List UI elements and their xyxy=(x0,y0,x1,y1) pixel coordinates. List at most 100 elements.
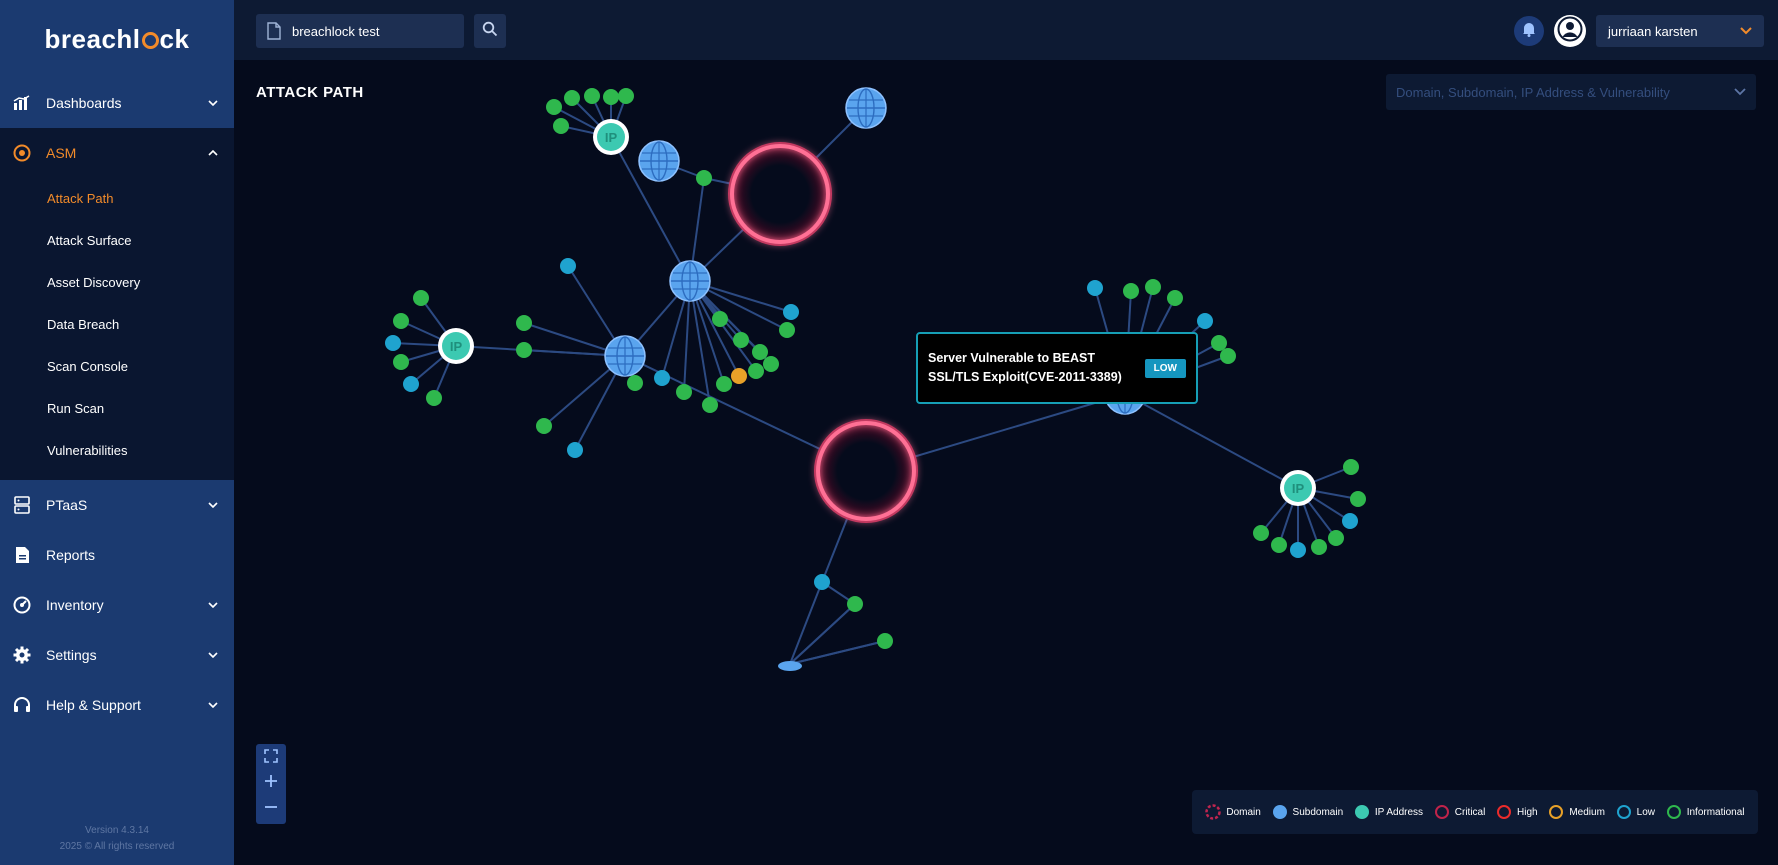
vulnerability-node-informational[interactable] xyxy=(516,315,532,331)
zoom-in-button[interactable] xyxy=(260,773,282,795)
vulnerability-node-informational[interactable] xyxy=(1271,537,1287,553)
sidebar-item-ptaas[interactable]: PTaaS xyxy=(0,480,234,530)
vulnerability-node-low[interactable] xyxy=(560,258,576,274)
legend-item-ring-3[interactable]: Critical xyxy=(1434,804,1485,820)
vulnerability-node-informational[interactable] xyxy=(763,356,779,372)
sidebar-subitem-vulnerabilities[interactable]: Vulnerabilities xyxy=(0,430,234,472)
search-button[interactable] xyxy=(474,14,506,48)
search-input[interactable] xyxy=(292,23,452,39)
sidebar-item-settings[interactable]: Settings xyxy=(0,630,234,680)
vulnerability-node-informational[interactable] xyxy=(1311,539,1327,555)
vulnerability-node-informational[interactable] xyxy=(1343,459,1359,475)
domain-node[interactable] xyxy=(814,419,918,523)
vulnerability-node-low[interactable] xyxy=(385,335,401,351)
vulnerability-node-informational[interactable] xyxy=(1253,525,1269,541)
avatar[interactable] xyxy=(1554,15,1586,47)
sidebar-item-dashboards[interactable]: Dashboards xyxy=(0,78,234,128)
fit-view-button[interactable] xyxy=(260,748,282,770)
sidebar-subitem-attack-path[interactable]: Attack Path xyxy=(0,178,234,220)
ip-address-node[interactable]: IP xyxy=(438,328,474,364)
domain-node[interactable] xyxy=(728,142,832,246)
vulnerability-node-low[interactable] xyxy=(1290,542,1306,558)
vulnerability-node-low[interactable] xyxy=(783,304,799,320)
attack-path-graph[interactable]: IP IP IP xyxy=(234,60,1778,865)
vulnerability-node-informational[interactable] xyxy=(676,384,692,400)
breachlock-logo[interactable]: breachl ck xyxy=(0,0,234,78)
vulnerability-node-informational[interactable] xyxy=(1211,335,1227,351)
legend-item-ring-7[interactable]: Informational xyxy=(1666,804,1745,820)
fullscreen-icon xyxy=(264,749,278,768)
legend-item-subdomain-1[interactable]: Subdomain xyxy=(1272,804,1343,820)
subdomain-node[interactable] xyxy=(604,335,646,377)
sidebar-item-inventory[interactable]: Inventory xyxy=(0,580,234,630)
legend-label: Domain xyxy=(1226,806,1261,818)
legend-item-ring-5[interactable]: Medium xyxy=(1548,804,1605,820)
vulnerability-node-informational[interactable] xyxy=(618,88,634,104)
vulnerability-node-informational[interactable] xyxy=(716,376,732,392)
vulnerability-node-informational[interactable] xyxy=(393,354,409,370)
logo-text-part1: breachl xyxy=(44,23,141,54)
sidebar-item-help-support[interactable]: Help & Support xyxy=(0,680,234,730)
user-menu[interactable]: jurriaan karsten xyxy=(1596,15,1764,47)
vulnerability-node-informational[interactable] xyxy=(779,322,795,338)
legend-item-domain-0[interactable]: Domain xyxy=(1205,804,1261,820)
inventory-icon xyxy=(12,595,32,615)
subdomain-node[interactable] xyxy=(638,140,680,182)
vulnerability-node-informational[interactable] xyxy=(546,99,562,115)
sidebar-subitem-scan-console[interactable]: Scan Console xyxy=(0,346,234,388)
vulnerability-node-informational[interactable] xyxy=(752,344,768,360)
ip-address-node[interactable]: IP xyxy=(593,119,629,155)
vulnerability-node-informational[interactable] xyxy=(426,390,442,406)
vulnerability-node-informational[interactable] xyxy=(553,118,569,134)
vulnerability-node-medium[interactable] xyxy=(731,368,747,384)
sidebar-subitem-data-breach[interactable]: Data Breach xyxy=(0,304,234,346)
subdomain-node[interactable] xyxy=(845,87,887,129)
legend-swatch-icon xyxy=(1616,805,1631,819)
vulnerability-node-informational[interactable] xyxy=(847,596,863,612)
vulnerability-node-low[interactable] xyxy=(1197,313,1213,329)
vulnerability-node-informational[interactable] xyxy=(516,342,532,358)
vulnerability-node-informational[interactable] xyxy=(1123,283,1139,299)
vulnerability-node-informational[interactable] xyxy=(627,375,643,391)
subdomain-node-partial[interactable] xyxy=(778,661,802,671)
vulnerability-node-informational[interactable] xyxy=(564,90,580,106)
vulnerability-node-low[interactable] xyxy=(654,370,670,386)
notifications-button[interactable] xyxy=(1514,16,1544,46)
vulnerability-node-informational[interactable] xyxy=(603,89,619,105)
legend-swatch-icon xyxy=(1205,804,1222,820)
zoom-out-button[interactable] xyxy=(260,798,282,820)
ip-address-node[interactable]: IP xyxy=(1280,470,1316,506)
vulnerability-node-informational[interactable] xyxy=(733,332,749,348)
vulnerability-node-informational[interactable] xyxy=(1350,491,1366,507)
vulnerability-node-informational[interactable] xyxy=(1167,290,1183,306)
vulnerability-node-informational[interactable] xyxy=(696,170,712,186)
vulnerability-node-informational[interactable] xyxy=(393,313,409,329)
vulnerability-node-informational[interactable] xyxy=(1145,279,1161,295)
sidebar-item-label: Settings xyxy=(46,647,97,663)
vulnerability-node-low[interactable] xyxy=(1342,513,1358,529)
vulnerability-node-informational[interactable] xyxy=(1328,530,1344,546)
vulnerability-node-informational[interactable] xyxy=(536,418,552,434)
vulnerability-node-informational[interactable] xyxy=(1220,348,1236,364)
sidebar-subitem-attack-surface[interactable]: Attack Surface xyxy=(0,220,234,262)
sidebar-subitem-asset-discovery[interactable]: Asset Discovery xyxy=(0,262,234,304)
vulnerability-node-low[interactable] xyxy=(1087,280,1103,296)
sidebar-item-reports[interactable]: Reports xyxy=(0,530,234,580)
vulnerability-node-informational[interactable] xyxy=(413,290,429,306)
vulnerability-node-informational[interactable] xyxy=(702,397,718,413)
subdomain-node[interactable] xyxy=(669,260,711,302)
vulnerability-node-informational[interactable] xyxy=(584,88,600,104)
vulnerability-node-informational[interactable] xyxy=(748,363,764,379)
legend-item-ring-4[interactable]: High xyxy=(1496,804,1538,820)
vulnerability-node-informational[interactable] xyxy=(877,633,893,649)
vulnerability-node-low[interactable] xyxy=(567,442,583,458)
vulnerability-node-low[interactable] xyxy=(403,376,419,392)
search-box[interactable] xyxy=(256,14,464,48)
legend-item-ring-6[interactable]: Low xyxy=(1616,804,1655,820)
vulnerability-node-low[interactable] xyxy=(814,574,830,590)
vulnerability-node-informational[interactable] xyxy=(712,311,728,327)
filter-dropdown[interactable]: Domain, Subdomain, IP Address & Vulnerab… xyxy=(1386,74,1756,110)
sidebar-item-asm[interactable]: ASM xyxy=(0,128,234,178)
legend-item-ip-2[interactable]: IP Address xyxy=(1354,804,1423,820)
sidebar-subitem-run-scan[interactable]: Run Scan xyxy=(0,388,234,430)
